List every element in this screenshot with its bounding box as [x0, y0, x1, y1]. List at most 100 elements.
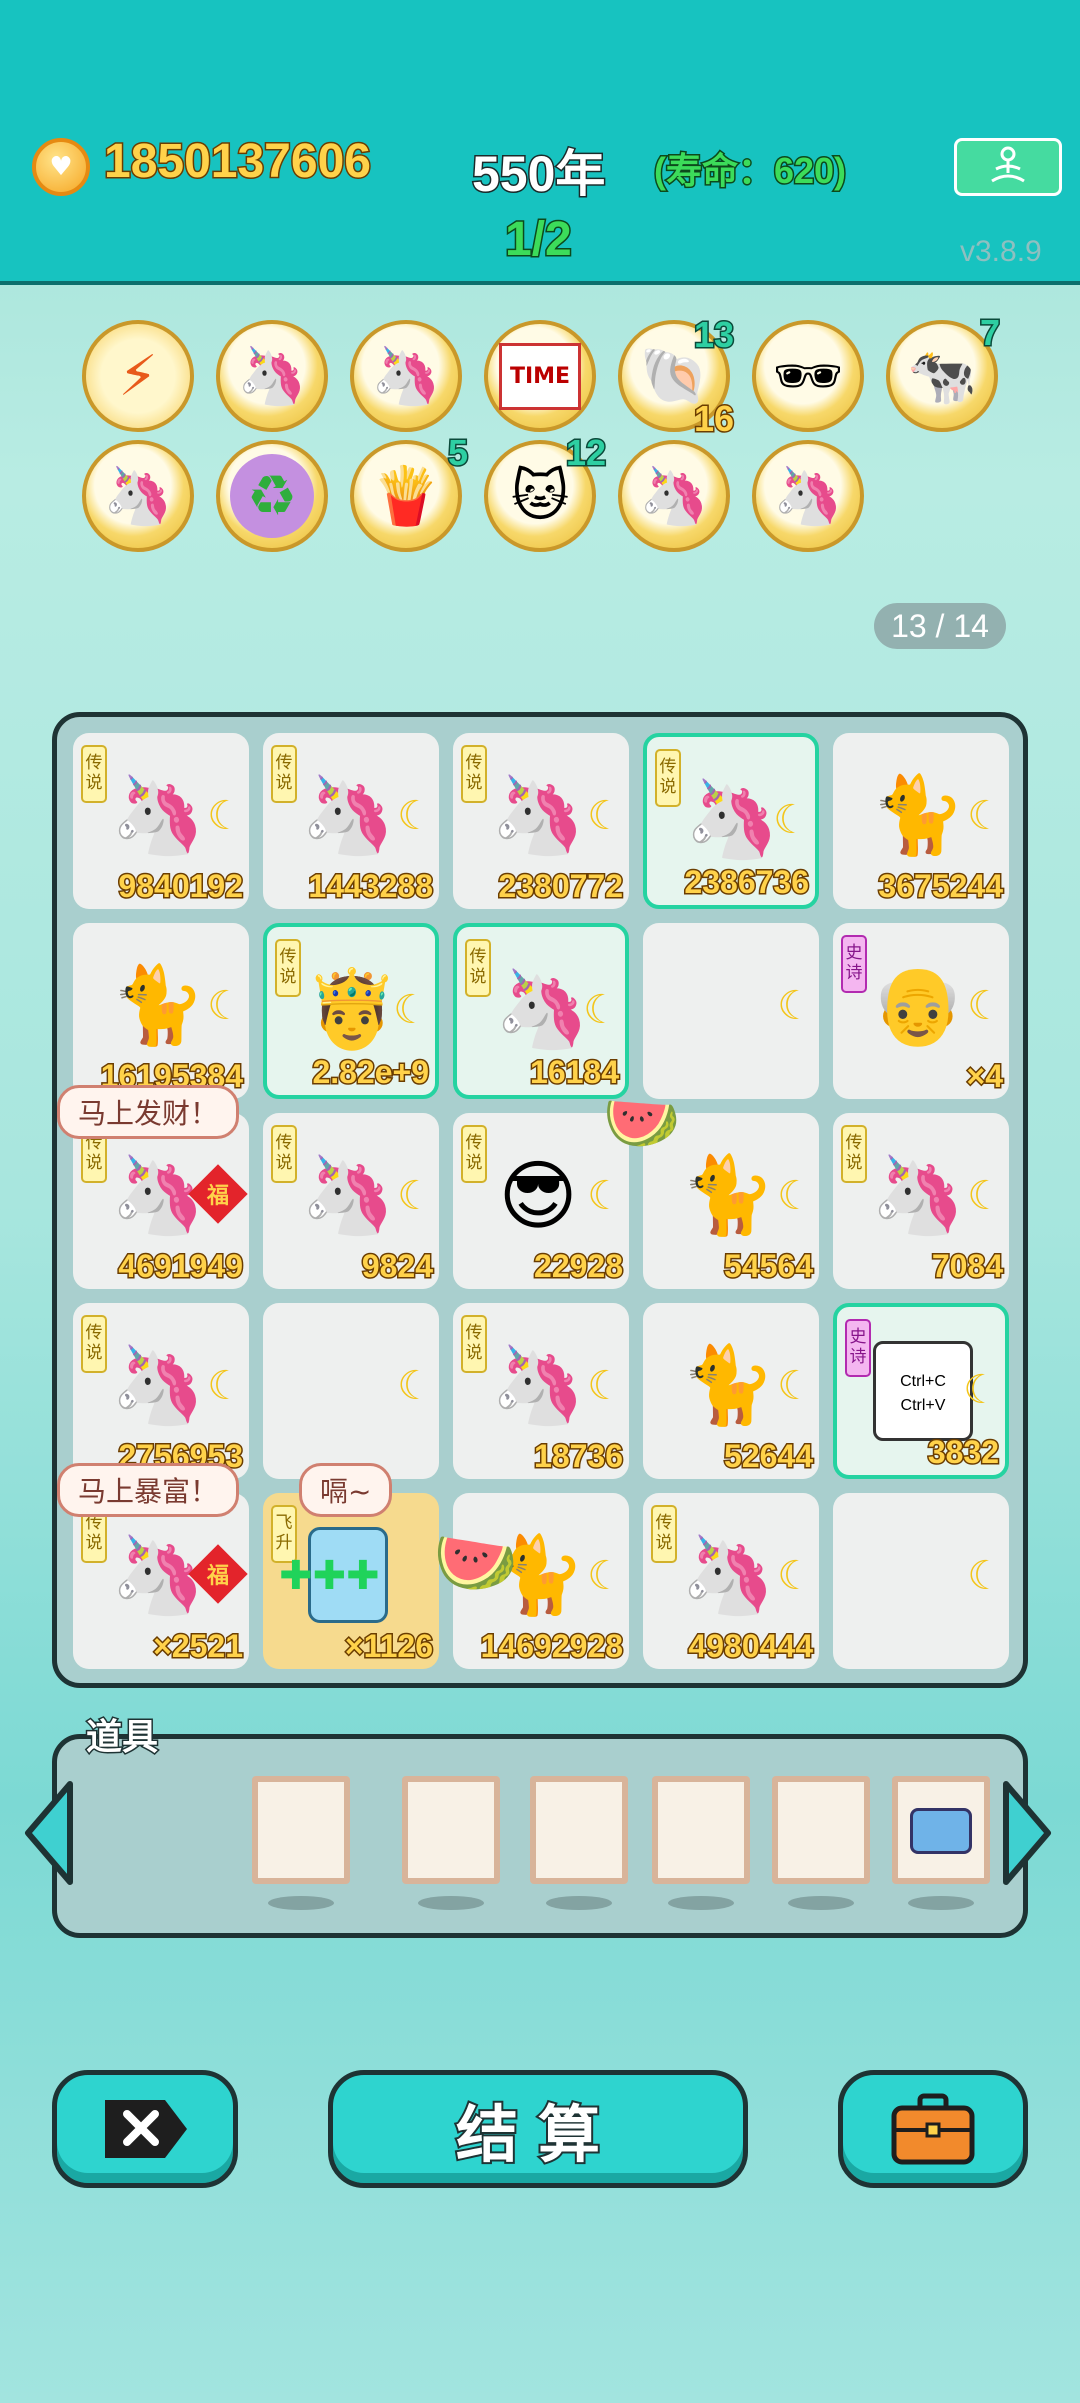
moon-icon: ☾ [587, 1173, 623, 1219]
game-board: 传说 🦄 ☾ 9840192 传说 🦄 ☾ 1443288 传说 🦄 ☾ 238077… [52, 712, 1028, 1688]
rarity-tag: 史诗 [845, 1319, 871, 1377]
board-cell[interactable]: 飞升 ✚✚✚ ×1126 [263, 1493, 439, 1669]
unicorn-icon: 🦄 [300, 1150, 396, 1239]
cat-icon: 🐈 [110, 960, 206, 1049]
cat-icon: 🐈 [870, 770, 966, 859]
moon-icon: ☾ [963, 1367, 999, 1413]
slot-shadow [908, 1896, 974, 1910]
cell-value: 9840192 [117, 867, 245, 906]
board-cell[interactable]: 传说 🦄 ☾ 9840192 [73, 733, 249, 909]
board-cell[interactable]: 传说 🦄 ☾ 2756953 [73, 1303, 249, 1479]
board-cell[interactable]: 传说 🦄 ☾ 1443288 [263, 733, 439, 909]
board-cell[interactable]: 传说 🦄 ☾ 2386736 [643, 733, 819, 909]
relic-page-indicator[interactable]: 13 / 14 [874, 603, 1006, 649]
board-cell[interactable]: 🐈 ☾ 3675244 [833, 733, 1009, 909]
cell-value: 14692928 [479, 1627, 624, 1666]
cell-value: 2386736 [683, 863, 811, 902]
relic-time-magazine[interactable]: TIME [484, 320, 596, 432]
relic-unicorn[interactable]: 🦄 [350, 320, 462, 432]
moon-icon: ☾ [777, 1553, 813, 1599]
relic-fries[interactable]: 🍟 5 [350, 431, 470, 552]
cell-value: 16184 [529, 1053, 621, 1092]
relic-unicorn[interactable]: 🦄 [216, 320, 328, 432]
settle-button[interactable]: 结算 [328, 2070, 748, 2188]
moon-icon: ☾ [397, 1363, 433, 1409]
relic-unicorn[interactable]: 🦄 [618, 440, 730, 552]
moon-icon: ☾ [587, 1553, 623, 1599]
board-cell[interactable]: 传说 🦄 ☾ 16184 [453, 923, 629, 1099]
speech-bubble: 马上发财！ [57, 1085, 240, 1139]
board-cell[interactable]: 🐈 ☾ 52644 [643, 1303, 819, 1479]
prop-slot[interactable] [772, 1776, 870, 1884]
prop-slot[interactable] [892, 1776, 990, 1884]
board-cell[interactable]: ☾ [263, 1303, 439, 1479]
unicorn-icon: 🦄 [494, 964, 590, 1053]
moon-icon: ☾ [777, 1173, 813, 1219]
board-cell[interactable]: 传说 🦄 福 ×2521 [73, 1493, 249, 1669]
relic-cow-pair[interactable]: 🐄 7 [886, 311, 1002, 432]
unicorn-icon: 🦄 [490, 1340, 586, 1429]
relic-unicorn[interactable]: 🦄 [752, 440, 864, 552]
moon-icon: ☾ [397, 793, 433, 839]
copy-paste-icon: Ctrl+C Ctrl+V [873, 1341, 973, 1441]
board-cell[interactable]: 传说 🦄 ☾ 18736 [453, 1303, 629, 1479]
cell-value: ×2521 [152, 1627, 245, 1666]
prop-slot[interactable] [530, 1776, 628, 1884]
unicorn-icon: 🦄 [371, 344, 441, 409]
meditate-button[interactable] [954, 138, 1062, 196]
props-prev-button[interactable] [20, 1778, 76, 1888]
board-cell[interactable]: 史诗 Ctrl+C Ctrl+V ☾ 3832 [833, 1303, 1009, 1479]
relic-count: 12 [564, 431, 607, 475]
unicorn-icon: 🦄 [110, 1340, 206, 1429]
relic-sunglasses[interactable]: 🕶 [752, 320, 864, 432]
board-cell[interactable]: 传说 😎 ☾ 22928 [453, 1113, 629, 1289]
lifespan-label: (寿命：620) [652, 149, 847, 193]
prop-slot[interactable] [252, 1776, 350, 1884]
prop-slot[interactable] [402, 1776, 500, 1884]
board-cell[interactable]: 传说 🦄 ☾ 2380772 [453, 733, 629, 909]
moon-icon: ☾ [587, 793, 623, 839]
board-cell[interactable]: 传说 🦄 ☾ 7084 [833, 1113, 1009, 1289]
board-cell[interactable]: 传说 🦄 福 4691949 [73, 1113, 249, 1289]
board-cell[interactable]: 传说 🦄 ☾ 9824 [263, 1113, 439, 1289]
board-cell[interactable]: 传说 🤴 ☾ 2.82e+9 [263, 923, 439, 1099]
board-cell[interactable]: 传说 🦄 ☾ 4980444 [643, 1493, 819, 1669]
inventory-button[interactable] [838, 2070, 1028, 2188]
board-cell[interactable]: 史诗 👴 ☾ ×4 [833, 923, 1009, 1099]
arrow-left-icon [25, 1781, 73, 1885]
moon-icon: ☾ [773, 797, 809, 843]
speech-bubble: 嗝~ [299, 1463, 393, 1517]
unicorn-icon: 🦄 [237, 344, 307, 409]
unicorn-icon: 🦄 [490, 770, 586, 859]
board-cell[interactable]: ☾ [643, 923, 819, 1099]
cell-value: ×1126 [343, 1627, 434, 1666]
slot-shadow [788, 1896, 854, 1910]
ctrl-v-label: Ctrl+V [900, 1397, 946, 1414]
cell-value: 3832 [926, 1433, 1000, 1472]
cat-icon: 🐈 [680, 1150, 776, 1239]
prop-slot[interactable] [652, 1776, 750, 1884]
cancel-button[interactable] [52, 2070, 238, 2188]
unicorn-icon: 🦄 [680, 1530, 776, 1619]
relic-lightning[interactable]: ⚡ [82, 320, 194, 432]
old-man-icon: 👴 [870, 960, 966, 1049]
board-cell[interactable]: 🐈 ☾ 16195384 [73, 923, 249, 1099]
money-counter: 1850137606 [103, 134, 373, 190]
cell-value: 7084 [930, 1247, 1004, 1286]
speech-bubble: 马上暴富！ [57, 1463, 240, 1517]
unicorn-icon: 🦄 [870, 1150, 966, 1239]
relic-unicorn[interactable]: 🦄 [82, 440, 194, 552]
props-next-button[interactable] [1000, 1778, 1056, 1888]
board-cell[interactable]: ☾ [833, 1493, 1009, 1669]
relic-recycle[interactable]: ♻ [216, 440, 328, 552]
lightning-icon: ⚡ [118, 343, 158, 409]
relic-cat[interactable]: 🐱 12 [484, 431, 608, 552]
unicorn-icon: 🦄 [639, 464, 709, 529]
close-icon [105, 2100, 187, 2158]
sparkle-icon: ✚✚✚ [279, 1553, 380, 1599]
cat-icon: 🐈 [680, 1340, 776, 1429]
relic-shell[interactable]: 🐚 13 16 [618, 313, 736, 441]
relic-count: 5 [446, 431, 469, 475]
slot-shadow [546, 1896, 612, 1910]
moon-icon: ☾ [393, 987, 429, 1033]
